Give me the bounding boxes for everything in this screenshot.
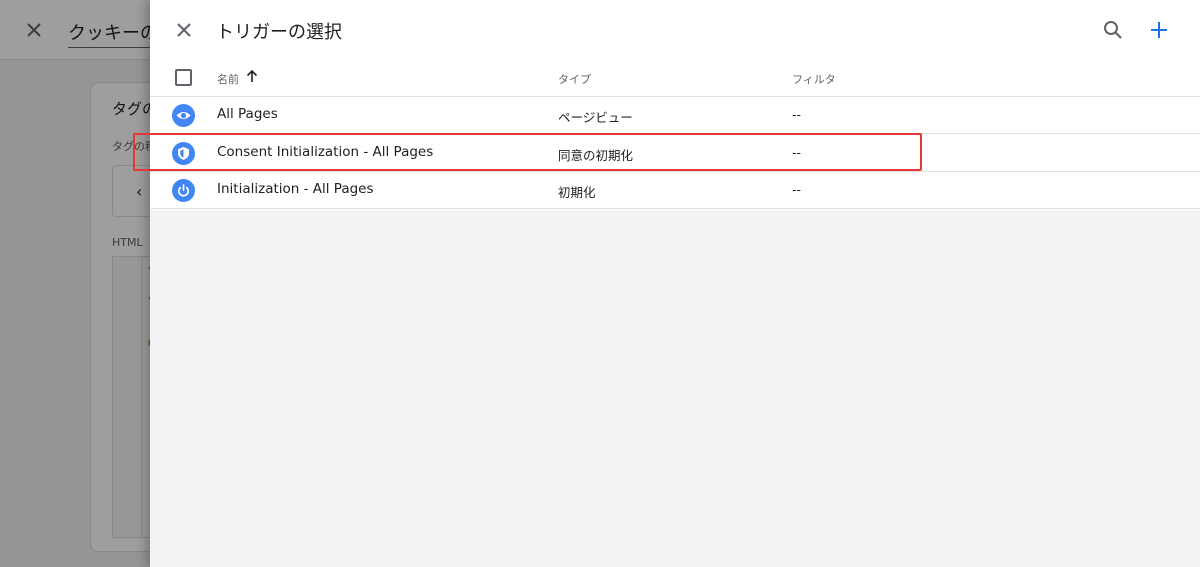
column-header-type: タイプ (558, 73, 591, 86)
panel-title: トリガーの選択 (216, 22, 342, 43)
close-icon[interactable] (172, 18, 196, 42)
search-icon[interactable] (1101, 18, 1125, 42)
table-header: 名前 タイプ フィルタ (150, 59, 1200, 97)
power-icon (172, 179, 195, 202)
trigger-list-area: トリガーの選択 名前 タイプ フィルタ All Pages ページビュー -- … (150, 0, 1200, 210)
select-all-checkbox[interactable] (175, 69, 192, 86)
column-header-filter: フィルタ (792, 73, 836, 86)
trigger-type: ページビュー (558, 110, 633, 125)
trigger-selection-panel: トリガーの選択 名前 タイプ フィルタ All Pages ページビュー -- … (150, 0, 1200, 567)
trigger-name: Initialization - All Pages (217, 181, 374, 197)
table-row[interactable]: Initialization - All Pages 初期化 -- (150, 172, 1200, 209)
highlight-box (133, 133, 922, 171)
add-icon[interactable] (1146, 17, 1172, 43)
eye-icon (172, 104, 195, 127)
table-row[interactable]: All Pages ページビュー -- (150, 97, 1200, 134)
arrow-up-icon[interactable] (245, 68, 259, 84)
column-header-name[interactable]: 名前 (217, 71, 239, 87)
trigger-filter: -- (792, 182, 802, 197)
trigger-name: All Pages (217, 106, 278, 122)
trigger-type: 初期化 (558, 185, 596, 200)
trigger-filter: -- (792, 107, 802, 122)
